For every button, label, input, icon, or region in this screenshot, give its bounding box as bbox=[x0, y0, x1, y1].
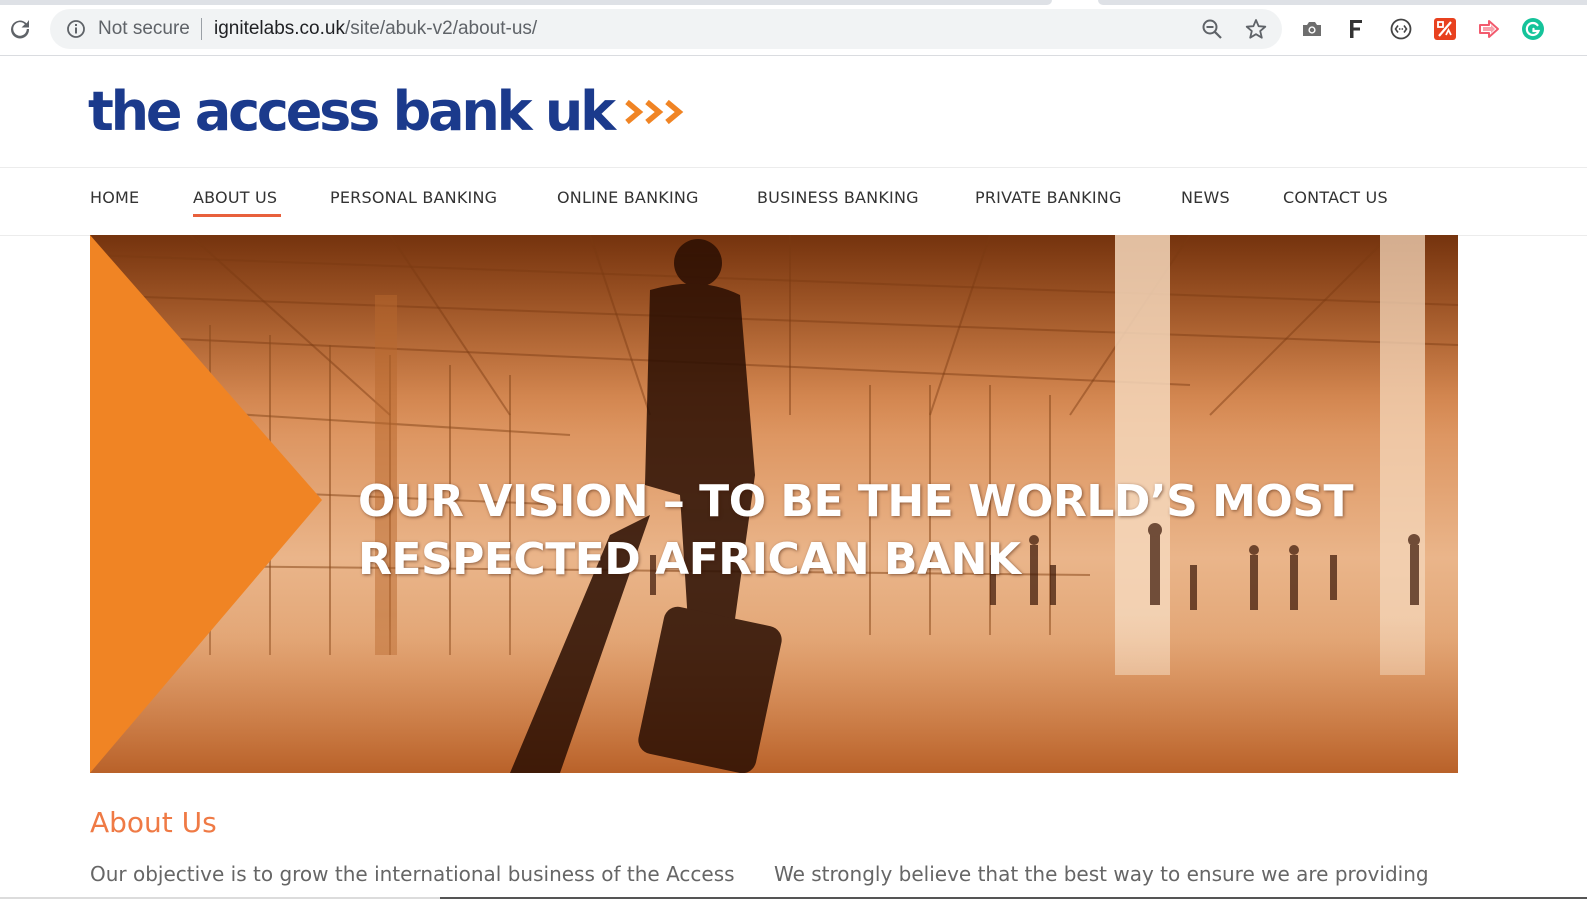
browser-toolbar: Not secure ignitelabs.co.uk/site/abuk-v2… bbox=[0, 0, 1587, 56]
percent-extension-icon[interactable] bbox=[1433, 17, 1457, 41]
star-icon[interactable] bbox=[1245, 18, 1267, 40]
nav-about-us[interactable]: ABOUT US bbox=[193, 188, 277, 207]
zoom-icon[interactable] bbox=[1201, 18, 1223, 40]
omnibox-separator bbox=[201, 18, 202, 40]
nav-contact-us[interactable]: CONTACT US bbox=[1283, 188, 1388, 207]
arrow-extension-icon[interactable] bbox=[1477, 17, 1501, 41]
about-paragraph-left: Our objective is to grow the internation… bbox=[90, 862, 735, 886]
hero-heading: OUR VISION – TO BE THE WORLD’S MOST RESP… bbox=[358, 473, 1368, 589]
url-text[interactable]: ignitelabs.co.uk/site/abuk-v2/about-us/ bbox=[214, 18, 537, 40]
tab-strip bbox=[0, 0, 1587, 5]
nav-personal-banking[interactable]: PERSONAL BANKING bbox=[330, 188, 497, 207]
nav-private-banking[interactable]: PRIVATE BANKING bbox=[975, 188, 1122, 207]
camera-icon[interactable] bbox=[1300, 17, 1324, 41]
info-icon[interactable] bbox=[66, 19, 86, 39]
nav-home[interactable]: HOME bbox=[90, 188, 139, 207]
reload-icon[interactable] bbox=[8, 17, 32, 41]
grammarly-icon[interactable] bbox=[1521, 17, 1545, 41]
nav-news[interactable]: NEWS bbox=[1181, 188, 1230, 207]
about-heading: About Us bbox=[90, 806, 217, 839]
tab-strip-left bbox=[0, 0, 1052, 5]
logo-text: the access bank uk bbox=[88, 80, 616, 143]
horizontal-scrollbar[interactable] bbox=[0, 897, 1587, 899]
code-extension-icon[interactable] bbox=[1389, 17, 1413, 41]
hero-heading-line-1: OUR VISION – TO BE THE WORLD’S MOST bbox=[358, 476, 1354, 527]
tab-strip-right bbox=[1098, 0, 1587, 5]
site-logo[interactable]: the access bank uk bbox=[88, 82, 689, 142]
logo-chevrons-icon bbox=[625, 99, 684, 125]
about-paragraph-right: We strongly believe that the best way to… bbox=[774, 862, 1429, 886]
header-divider bbox=[0, 167, 1587, 168]
hero-banner: OUR VISION – TO BE THE WORLD’S MOST RESP… bbox=[90, 235, 1458, 773]
nav-business-banking[interactable]: BUSINESS BANKING bbox=[757, 188, 919, 207]
url-path: /site/abuk-v2/about-us/ bbox=[344, 18, 538, 39]
url-host: ignitelabs.co.uk bbox=[214, 18, 345, 39]
hero-heading-line-2: RESPECTED AFRICAN BANK bbox=[358, 534, 1021, 585]
security-label[interactable]: Not secure bbox=[98, 18, 190, 40]
active-nav-indicator bbox=[193, 214, 281, 217]
nav-online-banking[interactable]: ONLINE BANKING bbox=[557, 188, 699, 207]
f-extension-icon[interactable] bbox=[1344, 17, 1368, 41]
scrollbar-thumb[interactable] bbox=[440, 897, 1587, 899]
